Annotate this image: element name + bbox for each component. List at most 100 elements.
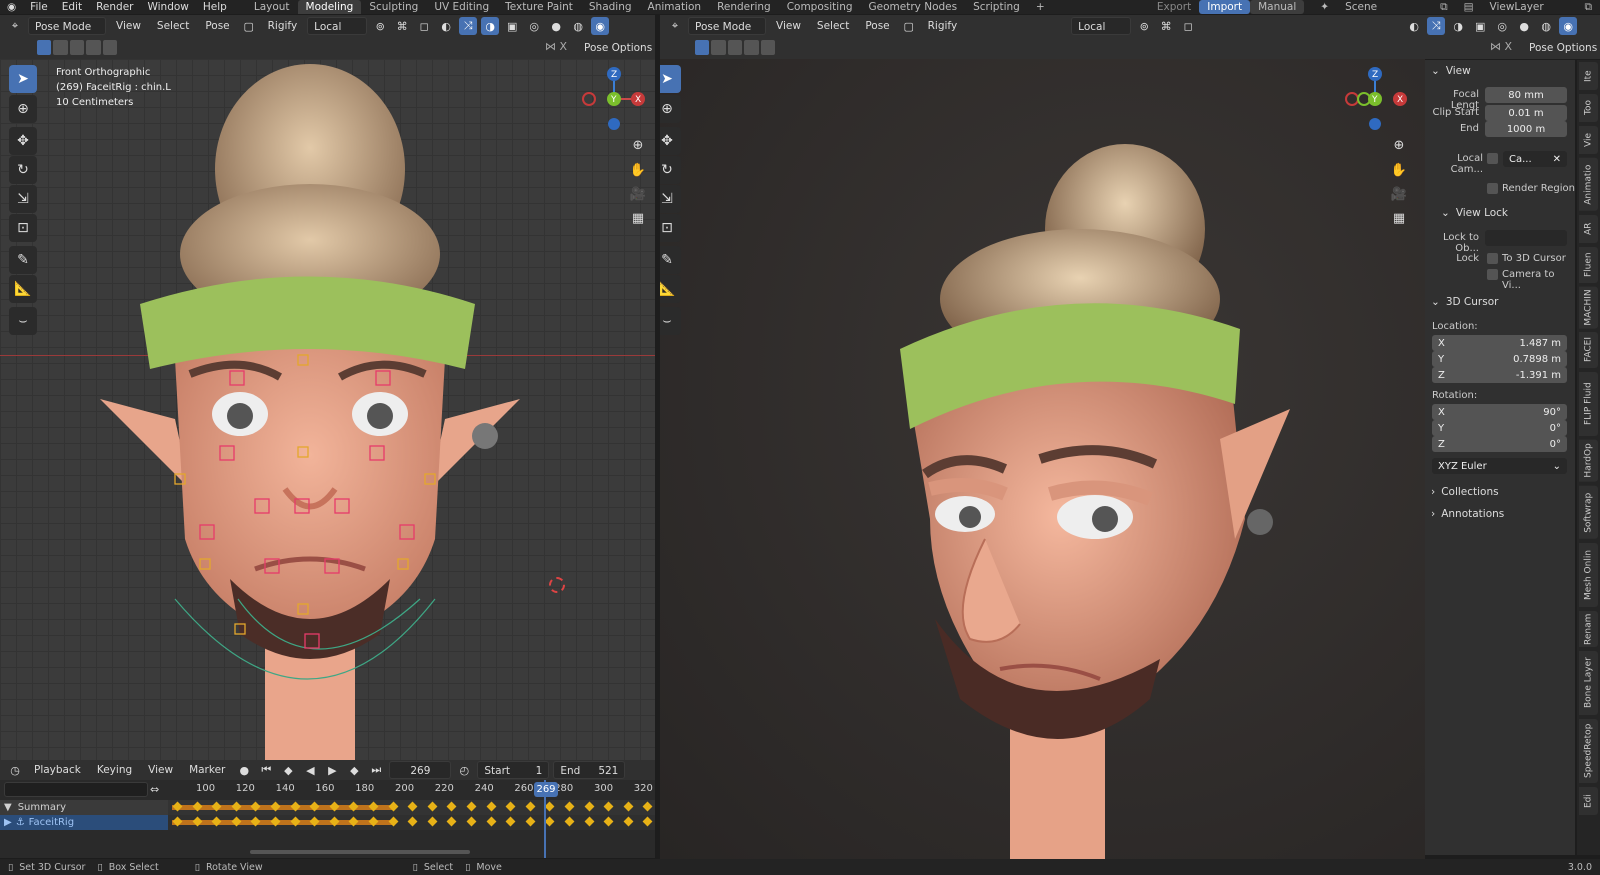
rotation-y-field[interactable]: Y 0° [1432, 420, 1567, 436]
move-tool-icon-right[interactable]: ✥ [660, 127, 681, 155]
navigation-gizmo-right[interactable]: Z X Y [1340, 64, 1410, 134]
keyframe-diamond[interactable] [544, 816, 555, 827]
editor-type-icon[interactable]: ⌖ [6, 17, 24, 35]
keyframe-diamond[interactable] [427, 801, 438, 812]
camera-view-icon-right[interactable]: 🎥 [1388, 183, 1410, 205]
rendered-shading-icon[interactable]: ◉ [591, 17, 610, 35]
pan-hand-icon[interactable]: ✋ [627, 159, 649, 181]
current-frame-field[interactable]: 269 [389, 761, 452, 779]
sidebar-tab-8[interactable]: FLIP Fluid [1579, 372, 1598, 437]
tab-uv-editing[interactable]: UV Editing [426, 0, 497, 14]
sidebar-tab-6[interactable]: MACHIN [1579, 286, 1598, 329]
pose-options-button[interactable]: Pose Options [578, 39, 658, 57]
keyframe-diamond[interactable] [446, 816, 457, 827]
location-z-field[interactable]: Z -1.391 m [1432, 367, 1567, 383]
export-button[interactable]: Export [1149, 0, 1199, 14]
move-tool-icon[interactable]: ✥ [9, 127, 37, 155]
play-icon[interactable]: ▶ [323, 761, 341, 779]
measure-tool-icon[interactable]: 📐 [9, 275, 37, 303]
bone-envelope-tool-icon[interactable]: ⌣ [9, 307, 37, 335]
sidebar-tab-13[interactable]: Bone Layer [1579, 650, 1598, 715]
tab-texture-paint[interactable]: Texture Paint [497, 0, 581, 14]
keyframe-diamond[interactable] [466, 816, 477, 827]
sidebar-tab-12[interactable]: Renam [1579, 610, 1598, 647]
keyframe-diamond[interactable] [544, 801, 555, 812]
select-box-tool-icon[interactable]: ➤ [9, 65, 37, 93]
keyframe-diamond[interactable] [446, 801, 457, 812]
menu-pose-right[interactable]: Pose [859, 17, 895, 35]
tab-shading[interactable]: Shading [581, 0, 640, 14]
playhead-frame-badge[interactable]: 269 [534, 782, 558, 797]
sidebar-tab-1[interactable]: Too [1579, 94, 1598, 122]
keyframe-diamond[interactable] [486, 801, 497, 812]
annotations-section-header[interactable]: › Annotations [1425, 505, 1573, 523]
menu-select-right[interactable]: Select [811, 17, 855, 35]
jump-start-icon[interactable]: ⏮ [257, 761, 275, 779]
selection-mode-icons[interactable] [37, 40, 118, 56]
right-3d-viewport[interactable]: ➤ ⊕ ✥ ↻ ⇲ ⊡ ✎ 📐 ⌣ Z X Y ⊕ ✋ 🎥 ▦ [660, 59, 1425, 859]
keyframe-diamond[interactable] [603, 801, 614, 812]
cursor-tool-icon[interactable]: ⊕ [9, 95, 37, 123]
sidebar-tab-5[interactable]: Fluen [1579, 246, 1598, 283]
material-shading-icon[interactable]: ◍ [569, 17, 587, 35]
blender-logo-icon[interactable]: ◉ [0, 0, 23, 14]
cursor-tool-icon-right[interactable]: ⊕ [660, 95, 681, 123]
wireframe-shading-icon[interactable]: ◎ [525, 17, 543, 35]
summary-keyframes[interactable] [168, 800, 655, 815]
keyframe-diamond[interactable] [623, 801, 634, 812]
faceitrig-keyframes[interactable] [168, 815, 655, 830]
menu-playback[interactable]: Playback [28, 761, 87, 779]
zoom-icon-right[interactable]: ⊕ [1388, 134, 1410, 156]
keyframe-diamond[interactable] [642, 801, 653, 812]
prev-keyframe-icon[interactable]: ◆ [279, 761, 297, 779]
copy-scene-icon[interactable]: ⧉ [1432, 0, 1456, 14]
snap-icon-right[interactable]: ⌘ [1157, 17, 1175, 35]
timer-icon[interactable]: ◴ [455, 761, 473, 779]
rotate-tool-icon[interactable]: ↻ [9, 156, 37, 184]
annotate-tool-icon[interactable]: ✎ [9, 246, 37, 274]
menu-help[interactable]: Help [196, 0, 234, 14]
visibility-icon-right[interactable]: ◐ [1405, 17, 1423, 35]
jump-end-icon[interactable]: ⏭ [367, 761, 385, 779]
visibility-icon[interactable]: ◐ [437, 17, 455, 35]
sidebar-tab-10[interactable]: Softwrap [1579, 486, 1598, 539]
tab-animation[interactable]: Animation [640, 0, 710, 14]
end-frame-field[interactable]: End 521 [553, 761, 626, 779]
left-3d-viewport[interactable]: Front Orthographic (269) FaceitRig : chi… [0, 59, 655, 760]
timeline-scrollbar[interactable] [250, 850, 470, 854]
mirror-x-icon-right[interactable]: ⋈ X [1490, 40, 1512, 53]
menu-view[interactable]: View [110, 17, 147, 35]
menu-pose[interactable]: Pose [199, 17, 235, 35]
clip-start-field[interactable]: 0.01 m [1485, 105, 1567, 121]
view-section-header[interactable]: ⌄ View [1425, 62, 1573, 80]
solid-shading-icon-right[interactable]: ● [1515, 17, 1533, 35]
mode-selector-right[interactable]: Pose Mode [688, 17, 766, 35]
camera-view-icon[interactable]: 🎥 [627, 183, 649, 205]
keyframe-diamond[interactable] [584, 816, 595, 827]
rendered-shading-icon-right[interactable]: ◉ [1559, 17, 1578, 35]
keyframe-diamond[interactable] [525, 801, 536, 812]
next-keyframe-icon[interactable]: ◆ [345, 761, 363, 779]
start-frame-field[interactable]: Start 1 [477, 761, 550, 779]
keyframe-diamond[interactable] [407, 816, 418, 827]
keyframe-diamond[interactable] [642, 816, 653, 827]
manual-button[interactable]: Manual [1250, 0, 1305, 14]
ortho-grid-icon[interactable]: ▦ [627, 207, 649, 229]
keyframe-diamond[interactable] [505, 801, 516, 812]
sidebar-tab-9[interactable]: HardOp [1579, 440, 1598, 482]
pivot-icon[interactable]: ⊚ [371, 17, 389, 35]
menu-window[interactable]: Window [140, 0, 195, 14]
menu-rigify-right[interactable]: Rigify [922, 17, 964, 35]
solid-shading-icon[interactable]: ● [547, 17, 565, 35]
sidebar-tab-0[interactable]: Ite [1579, 62, 1598, 90]
mode-selector[interactable]: Pose Mode [28, 17, 106, 35]
keyframe-diamond[interactable] [505, 816, 516, 827]
camera-to-view-checkbox[interactable] [1487, 269, 1498, 280]
tab-sculpting[interactable]: Sculpting [361, 0, 426, 14]
sidebar-tab-2[interactable]: Vie [1579, 126, 1598, 154]
keyframe-diamond[interactable] [466, 801, 477, 812]
scale-tool-icon[interactable]: ⇲ [9, 185, 37, 213]
channel-faceitrig[interactable]: ▶ ⚓ FaceitRig [0, 815, 168, 830]
keyframe-diamond[interactable] [603, 816, 614, 827]
transform-tool-icon-right[interactable]: ⊡ [660, 214, 681, 242]
